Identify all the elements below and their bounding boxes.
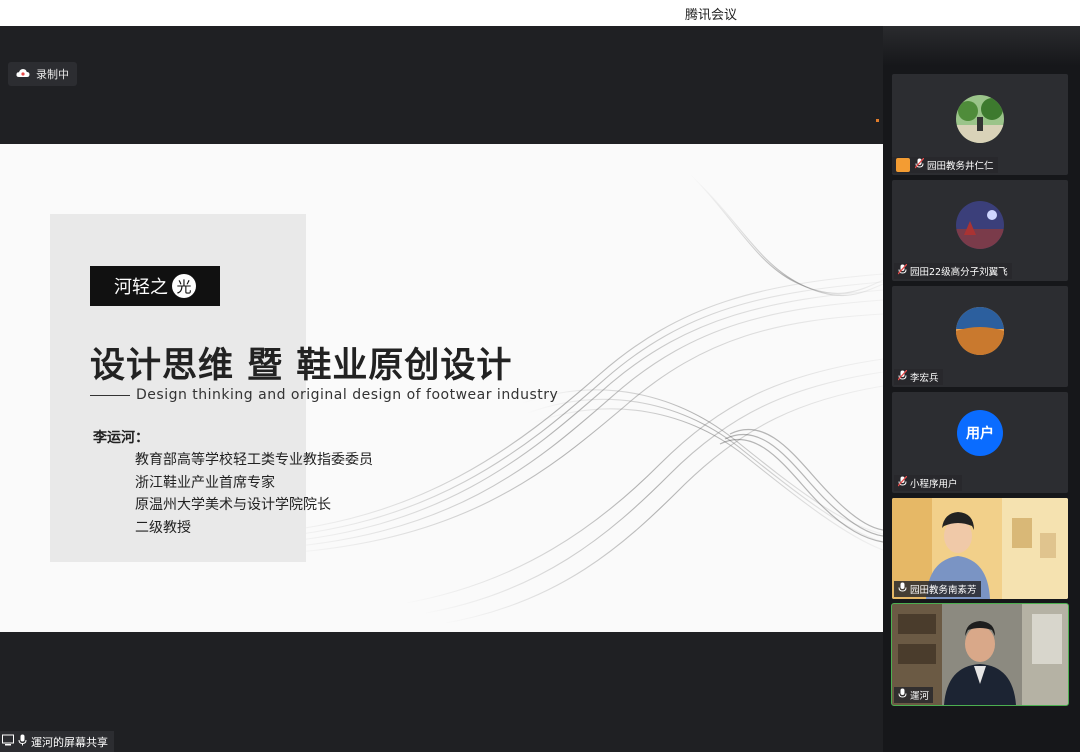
title-bar: 腾讯会议 bbox=[0, 0, 1080, 26]
screen-share-badge[interactable]: 運河的屏幕共享 bbox=[0, 731, 114, 752]
photo-trees-icon bbox=[956, 95, 1004, 143]
participant-name: 园田22级高分子刘翼飞 bbox=[910, 267, 1008, 278]
status-indicator bbox=[876, 119, 879, 122]
photo-night-icon bbox=[956, 201, 1004, 249]
user-avatar: 用户 bbox=[957, 410, 1003, 456]
screen-share-icon bbox=[2, 734, 14, 749]
mic-muted-icon bbox=[897, 263, 908, 278]
photo-landscape-icon bbox=[956, 307, 1004, 355]
participant-tile[interactable]: 园田22级高分子刘翼飞 bbox=[892, 180, 1068, 281]
credential-line: 二级教授 bbox=[135, 519, 191, 536]
participant-name-tag: 园田22级高分子刘翼飞 bbox=[894, 263, 1012, 279]
participant-name: 李宏兵 bbox=[910, 373, 939, 384]
microphone-icon bbox=[898, 688, 907, 702]
microphone-icon bbox=[898, 582, 907, 596]
slide-title: 设计思维 暨 鞋业原创设计 bbox=[90, 346, 513, 386]
participant-tile[interactable]: 园田教务井仁仁 bbox=[892, 74, 1068, 175]
participant-tile[interactable]: 园田教务南素芳 bbox=[892, 498, 1068, 599]
participant-tile[interactable]: 用户 小程序用户 bbox=[892, 392, 1068, 493]
author-name: 李运河： bbox=[93, 430, 149, 446]
mic-muted-icon bbox=[897, 369, 908, 384]
recording-label: 录制中 bbox=[36, 68, 69, 81]
author-credentials: 教育部高等学校轻工类专业教指委委员 浙江鞋业产业首席专家 原温州大学美术与设计学… bbox=[135, 449, 373, 539]
recording-badge[interactable]: 录制中 bbox=[8, 62, 77, 86]
participant-name-tag: 李宏兵 bbox=[894, 369, 943, 385]
credential-line: 原温州大学美术与设计学院院长 bbox=[135, 497, 331, 513]
slide-subtitle: Design thinking and original design of f… bbox=[136, 387, 559, 403]
credential-line: 教育部高等学校轻工类专业教指委委员 bbox=[135, 452, 373, 468]
window-title: 腾讯会议 bbox=[684, 8, 737, 23]
participant-name: 园田教务井仁仁 bbox=[927, 161, 994, 172]
participant-tile[interactable]: 李宏兵 bbox=[892, 286, 1068, 387]
user-badge-icon bbox=[896, 158, 910, 172]
credential-line: 浙江鞋业产业首席专家 bbox=[135, 474, 275, 491]
participant-name: 運河 bbox=[910, 691, 930, 702]
mic-muted-icon bbox=[897, 475, 908, 490]
participant-name: 小程序用户 bbox=[910, 479, 958, 490]
brand-circle-char: 光 bbox=[172, 274, 196, 298]
brand-text: 河轻之 bbox=[114, 277, 168, 298]
brand-logo: 河轻之 光 bbox=[90, 266, 220, 306]
participant-name: 园田教务南素芳 bbox=[910, 585, 977, 596]
participant-name-tag: 园田教务南素芳 bbox=[894, 581, 981, 597]
screen-share-label: 運河的屏幕共享 bbox=[31, 735, 108, 749]
microphone-icon bbox=[18, 734, 27, 749]
subtitle-divider bbox=[90, 395, 130, 396]
participant-name-tag: 小程序用户 bbox=[894, 475, 962, 491]
participant-name-tag: 運河 bbox=[894, 687, 934, 703]
shared-slide: 河轻之 光 设计思维 暨 鞋业原创设计 Design thinking and … bbox=[0, 144, 883, 632]
mic-muted-icon bbox=[914, 157, 925, 172]
participant-tile-active[interactable]: 運河 bbox=[891, 603, 1069, 706]
participant-name-tag: 园田教务井仁仁 bbox=[892, 157, 998, 173]
cloud-icon bbox=[16, 68, 30, 81]
